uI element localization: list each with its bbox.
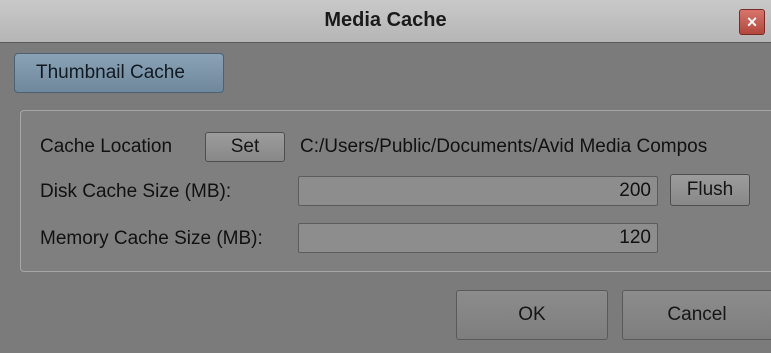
cache-location-path: C:/Users/Public/Documents/Avid Media Com… bbox=[300, 136, 708, 157]
memory-cache-size-field[interactable]: 120 bbox=[298, 223, 658, 253]
disk-cache-size-field[interactable]: 200 bbox=[298, 176, 658, 206]
disk-cache-size-label: Disk Cache Size (MB): bbox=[40, 181, 232, 202]
ok-button[interactable]: OK bbox=[456, 290, 608, 340]
tab-thumbnail-cache[interactable]: Thumbnail Cache bbox=[14, 53, 224, 93]
set-location-button[interactable]: Set bbox=[205, 132, 285, 162]
cache-location-label: Cache Location bbox=[40, 136, 173, 157]
title-bar: Media Cache × bbox=[0, 0, 771, 43]
flush-button[interactable]: Flush bbox=[670, 174, 750, 206]
cancel-button[interactable]: Cancel bbox=[622, 290, 771, 340]
window-title: Media Cache bbox=[324, 9, 447, 31]
memory-cache-size-label: Memory Cache Size (MB): bbox=[40, 228, 263, 249]
close-button[interactable]: × bbox=[739, 9, 765, 35]
close-icon: × bbox=[746, 12, 758, 32]
media-cache-dialog: Media Cache × Thumbnail Cache Cache Loca… bbox=[0, 0, 771, 353]
